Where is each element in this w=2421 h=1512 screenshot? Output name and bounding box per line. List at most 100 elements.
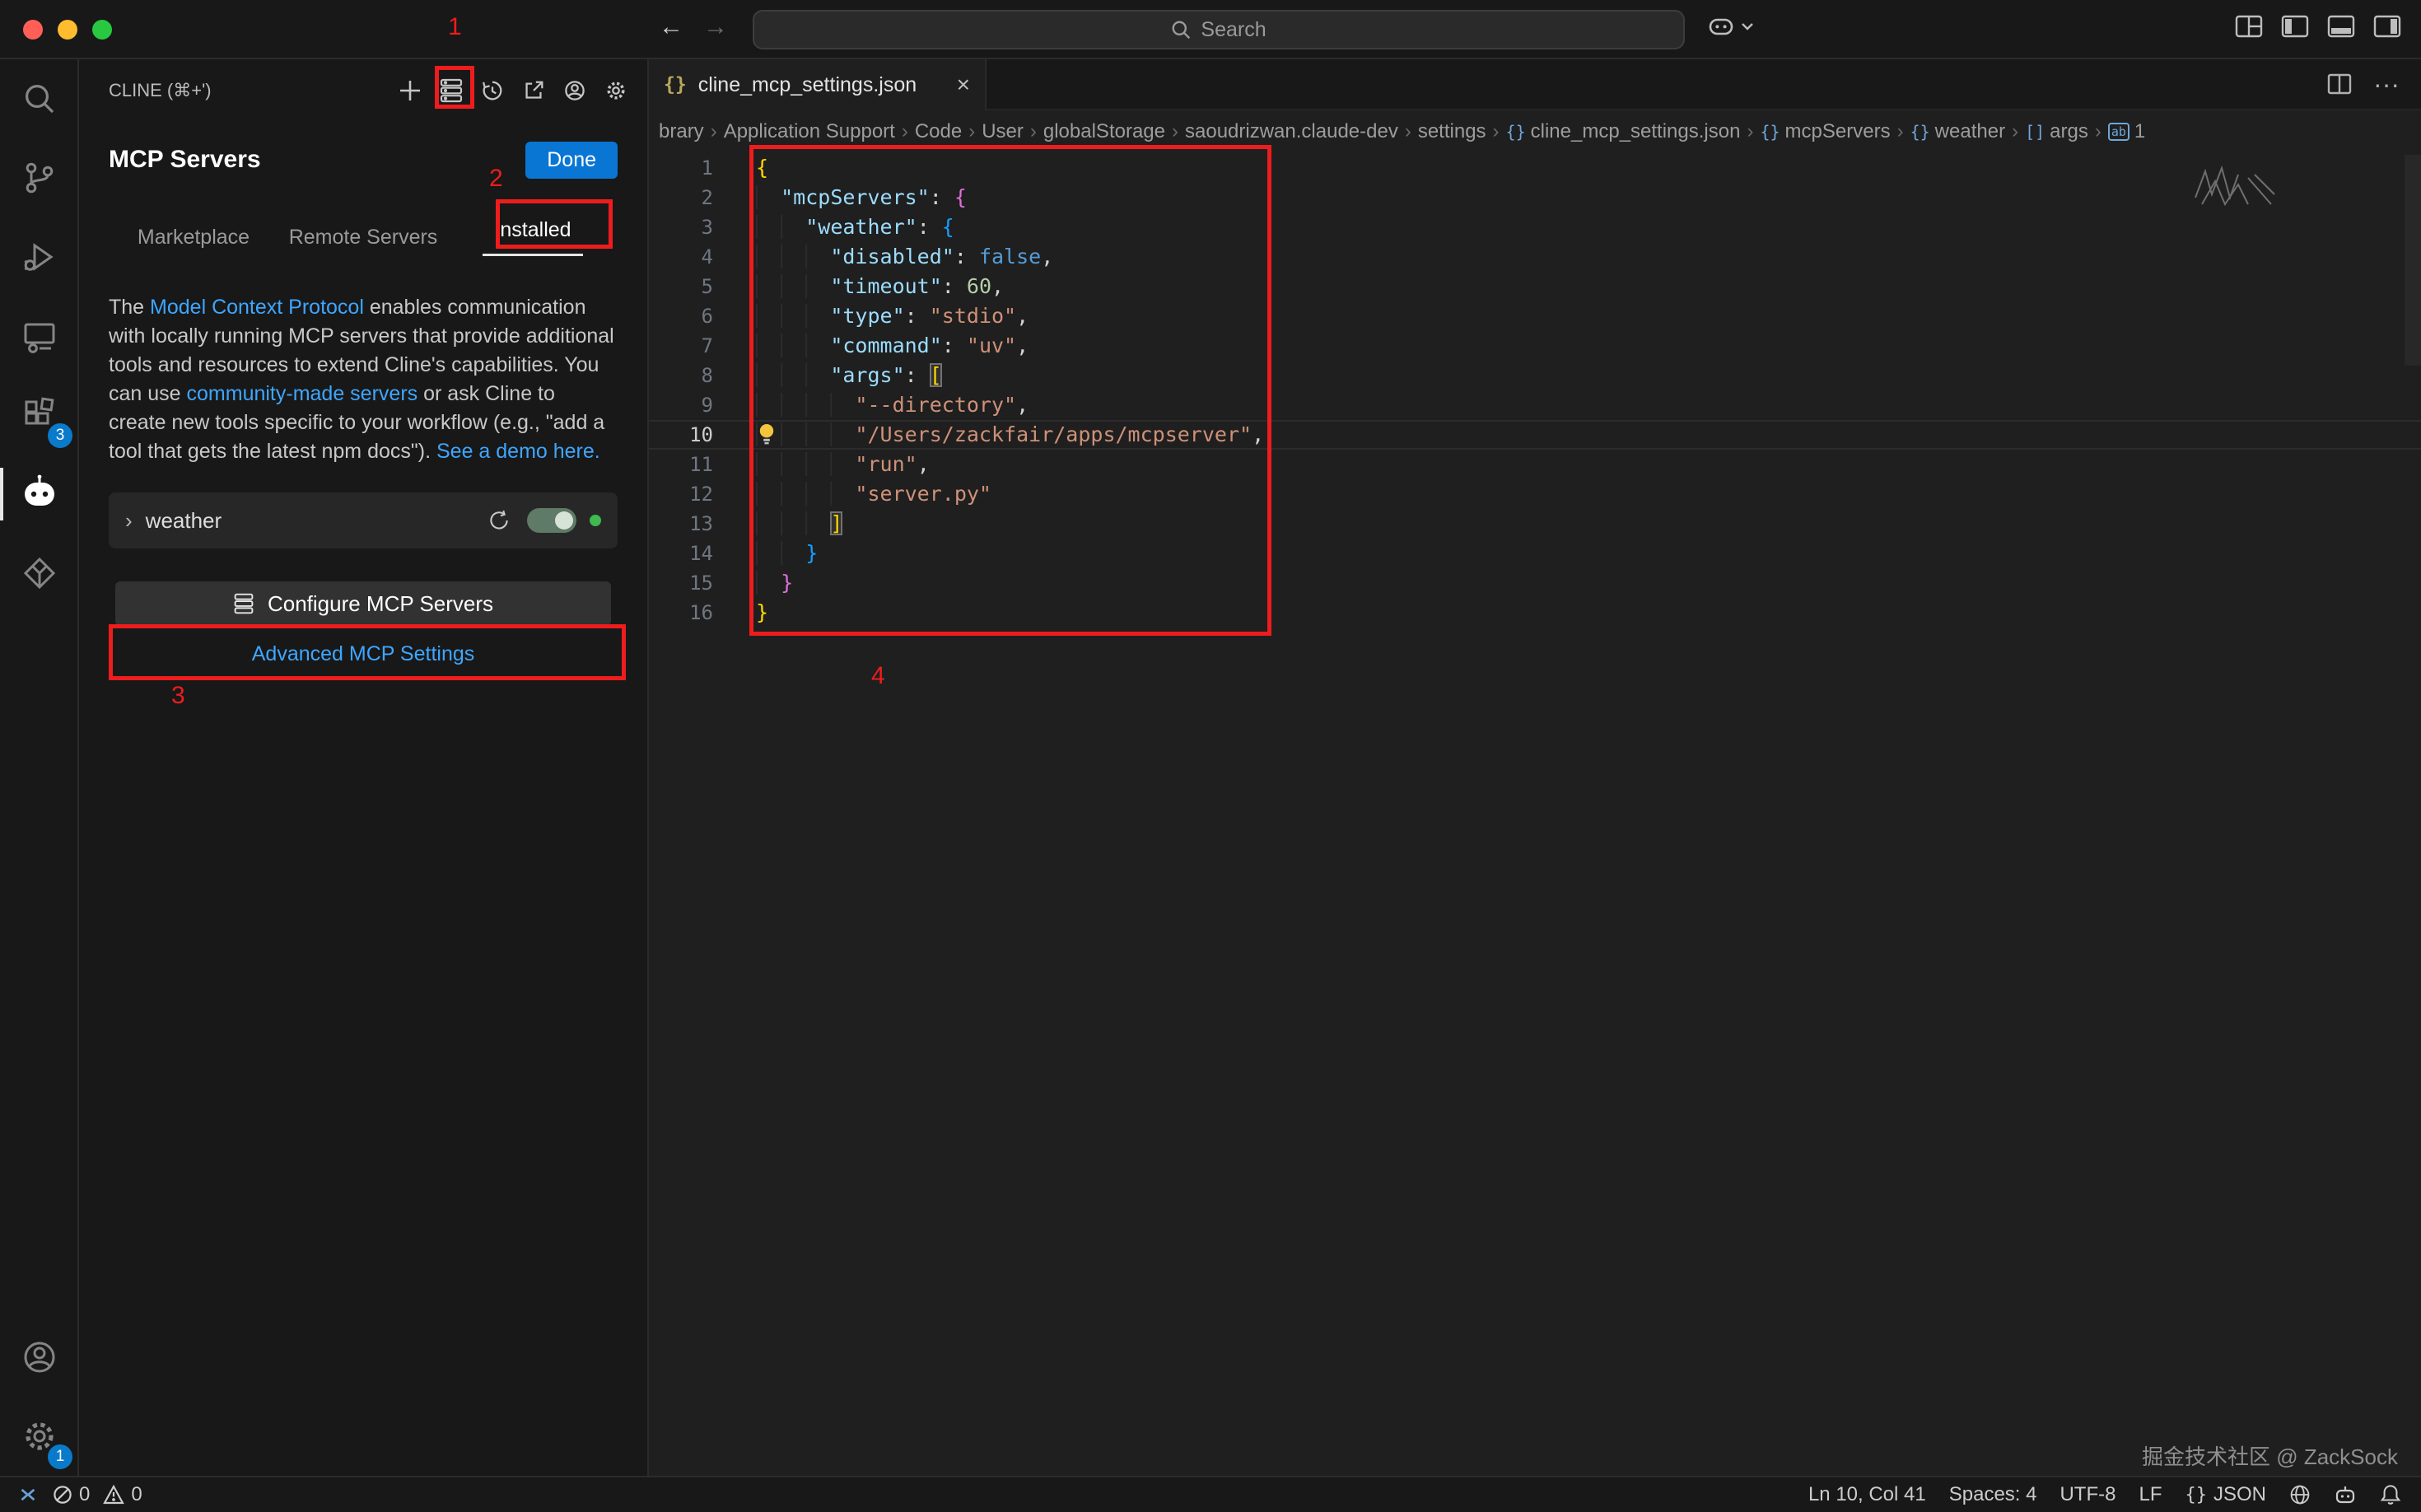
breadcrumb-item[interactable]: User bbox=[980, 120, 1025, 143]
code-line[interactable]: 2 "mcpServers": { bbox=[649, 183, 2421, 212]
split-editor-icon[interactable] bbox=[2327, 73, 2352, 95]
window-controls bbox=[23, 20, 112, 40]
json-file-icon: {} bbox=[664, 74, 687, 96]
code-line[interactable]: 1{ bbox=[649, 153, 2421, 183]
breadcrumb-item[interactable]: ab1 bbox=[2106, 120, 2147, 143]
bell-icon[interactable] bbox=[2380, 1483, 2401, 1506]
breadcrumb-item[interactable]: Code bbox=[913, 120, 963, 143]
status-json[interactable]: {}JSON bbox=[2185, 1483, 2266, 1506]
code-line[interactable]: 12 "server.py" bbox=[649, 479, 2421, 509]
activity-source-control[interactable] bbox=[0, 138, 79, 217]
globe-icon[interactable] bbox=[2289, 1484, 2311, 1505]
code-text: "args": [ bbox=[756, 361, 942, 390]
breadcrumb-item[interactable]: brary bbox=[657, 120, 706, 143]
code-line[interactable]: 11 "run", bbox=[649, 450, 2421, 479]
close-window-button[interactable] bbox=[23, 20, 43, 40]
code-text: ] bbox=[756, 509, 842, 539]
customize-layout-icon[interactable] bbox=[2235, 15, 2263, 38]
code-line[interactable]: 9 "--directory", bbox=[649, 390, 2421, 420]
status-ln-10-col-41[interactable]: Ln 10, Col 41 bbox=[1808, 1483, 1926, 1506]
activity-search[interactable] bbox=[0, 59, 79, 138]
activity-accounts[interactable] bbox=[0, 1318, 79, 1397]
code-line[interactable]: 6 "type": "stdio", bbox=[649, 301, 2421, 331]
mcp-servers-icon[interactable] bbox=[436, 76, 466, 105]
code-line[interactable]: 4 "disabled": false, bbox=[649, 242, 2421, 272]
toggle-primary-sidebar-icon[interactable] bbox=[2281, 15, 2309, 38]
breadcrumb-item[interactable]: settings bbox=[1416, 120, 1488, 143]
status-spaces-4[interactable]: Spaces: 4 bbox=[1949, 1483, 2037, 1506]
new-task-icon[interactable] bbox=[395, 76, 425, 105]
sidebar-title: CLINE (⌘+') bbox=[109, 80, 395, 101]
tab-label: Marketplace bbox=[138, 226, 250, 249]
activity-remote-explorer[interactable] bbox=[0, 296, 79, 376]
copilot-menu[interactable] bbox=[1706, 13, 1754, 40]
tab-installed[interactable]: Installed bbox=[448, 218, 618, 256]
done-button[interactable]: Done bbox=[525, 142, 618, 179]
server-stack-icon bbox=[233, 592, 254, 615]
configure-mcp-servers-button[interactable]: Configure MCP Servers bbox=[115, 581, 611, 626]
back-arrow-icon[interactable]: ← bbox=[659, 13, 683, 41]
cline-status-icon[interactable] bbox=[2334, 1484, 2357, 1505]
code-line[interactable]: 7 "command": "uv", bbox=[649, 331, 2421, 361]
command-center-search[interactable]: Search bbox=[753, 10, 1685, 49]
code-line[interactable]: 13 ] bbox=[649, 509, 2421, 539]
zoom-window-button[interactable] bbox=[92, 20, 112, 40]
breadcrumb-label: globalStorage bbox=[1043, 120, 1165, 143]
close-tab-icon[interactable]: × bbox=[957, 72, 970, 98]
tab-marketplace[interactable]: Marketplace bbox=[109, 226, 278, 250]
status-lf[interactable]: LF bbox=[2139, 1483, 2162, 1506]
code-line[interactable]: 10 "/Users/zackfair/apps/mcpserver", bbox=[649, 420, 2421, 450]
lightbulb-icon[interactable] bbox=[758, 423, 776, 446]
toggle-secondary-sidebar-icon[interactable] bbox=[2373, 15, 2401, 38]
tab-cline-mcp-settings[interactable]: {} cline_mcp_settings.json × bbox=[649, 59, 987, 110]
breadcrumb-item[interactable]: Application Support bbox=[722, 120, 897, 143]
toggle-panel-icon[interactable] bbox=[2327, 15, 2355, 38]
code-line[interactable]: 16} bbox=[649, 598, 2421, 628]
description-link[interactable]: Model Context Protocol bbox=[150, 296, 364, 319]
open-in-new-icon[interactable] bbox=[519, 76, 548, 105]
vscode-window: ← → Search bbox=[0, 0, 2421, 1512]
copilot-icon bbox=[1706, 13, 1736, 40]
forward-arrow-icon[interactable]: → bbox=[703, 13, 728, 41]
history-icon[interactable] bbox=[478, 76, 507, 105]
breadcrumb-item[interactable]: {}mcpServers bbox=[1758, 120, 1892, 143]
breadcrumb-item[interactable]: globalStorage bbox=[1042, 120, 1167, 143]
tab-remote-servers[interactable]: Remote Servers bbox=[278, 226, 448, 250]
account-icon[interactable] bbox=[560, 76, 590, 105]
code-text: "/Users/zackfair/apps/mcpserver", bbox=[756, 420, 1264, 450]
breadcrumb-item[interactable]: {}cline_mcp_settings.json bbox=[1504, 120, 1742, 143]
code-line[interactable]: 5 "timeout": 60, bbox=[649, 272, 2421, 301]
code-line[interactable]: 8 "args": [ bbox=[649, 361, 2421, 390]
activity-extensions[interactable]: 3 bbox=[0, 376, 79, 455]
code-line[interactable]: 14 } bbox=[649, 539, 2421, 568]
problems-indicator[interactable]: 0 0 bbox=[53, 1483, 142, 1506]
editor-scrollbar[interactable] bbox=[2405, 155, 2421, 366]
breadcrumb-item[interactable]: []args bbox=[2023, 120, 2090, 143]
chevron-right-icon: › bbox=[706, 120, 722, 143]
status-utf-8[interactable]: UTF-8 bbox=[2059, 1483, 2115, 1506]
code-line[interactable]: 15 } bbox=[649, 568, 2421, 598]
activity-settings[interactable]: 1 bbox=[0, 1397, 79, 1476]
server-row-weather[interactable]: › weather bbox=[109, 492, 618, 548]
code-area[interactable]: 1{2 "mcpServers": {3 "weather": {4 "disa… bbox=[649, 153, 2421, 628]
editor-actions: ··· bbox=[2306, 59, 2421, 109]
breadcrumb-item[interactable]: saoudrizwan.claude-dev bbox=[1183, 120, 1400, 143]
server-enabled-toggle[interactable] bbox=[527, 508, 576, 533]
more-actions-icon[interactable]: ··· bbox=[2373, 69, 2400, 100]
restart-server-icon[interactable] bbox=[484, 506, 514, 535]
minimize-window-button[interactable] bbox=[58, 20, 77, 40]
advanced-mcp-settings-link[interactable]: Advanced MCP Settings bbox=[109, 642, 618, 666]
activity-run-debug[interactable] bbox=[0, 217, 79, 296]
remote-indicator-icon[interactable] bbox=[13, 1484, 36, 1505]
activity-extension-diamond[interactable] bbox=[0, 534, 79, 613]
sidebar-body: MCP Servers Done MarketplaceRemote Serve… bbox=[79, 122, 647, 1476]
cline-icon bbox=[18, 473, 61, 516]
description-link[interactable]: See a demo here. bbox=[436, 440, 600, 463]
activity-cline[interactable] bbox=[0, 455, 79, 534]
gear-icon[interactable] bbox=[601, 76, 631, 105]
description-link[interactable]: community-made servers bbox=[187, 382, 418, 405]
search-icon bbox=[20, 79, 59, 119]
code-line[interactable]: 3 "weather": { bbox=[649, 212, 2421, 242]
breadcrumb-item[interactable]: {}weather bbox=[1909, 120, 2007, 143]
code-text: "disabled": false, bbox=[756, 242, 1053, 272]
